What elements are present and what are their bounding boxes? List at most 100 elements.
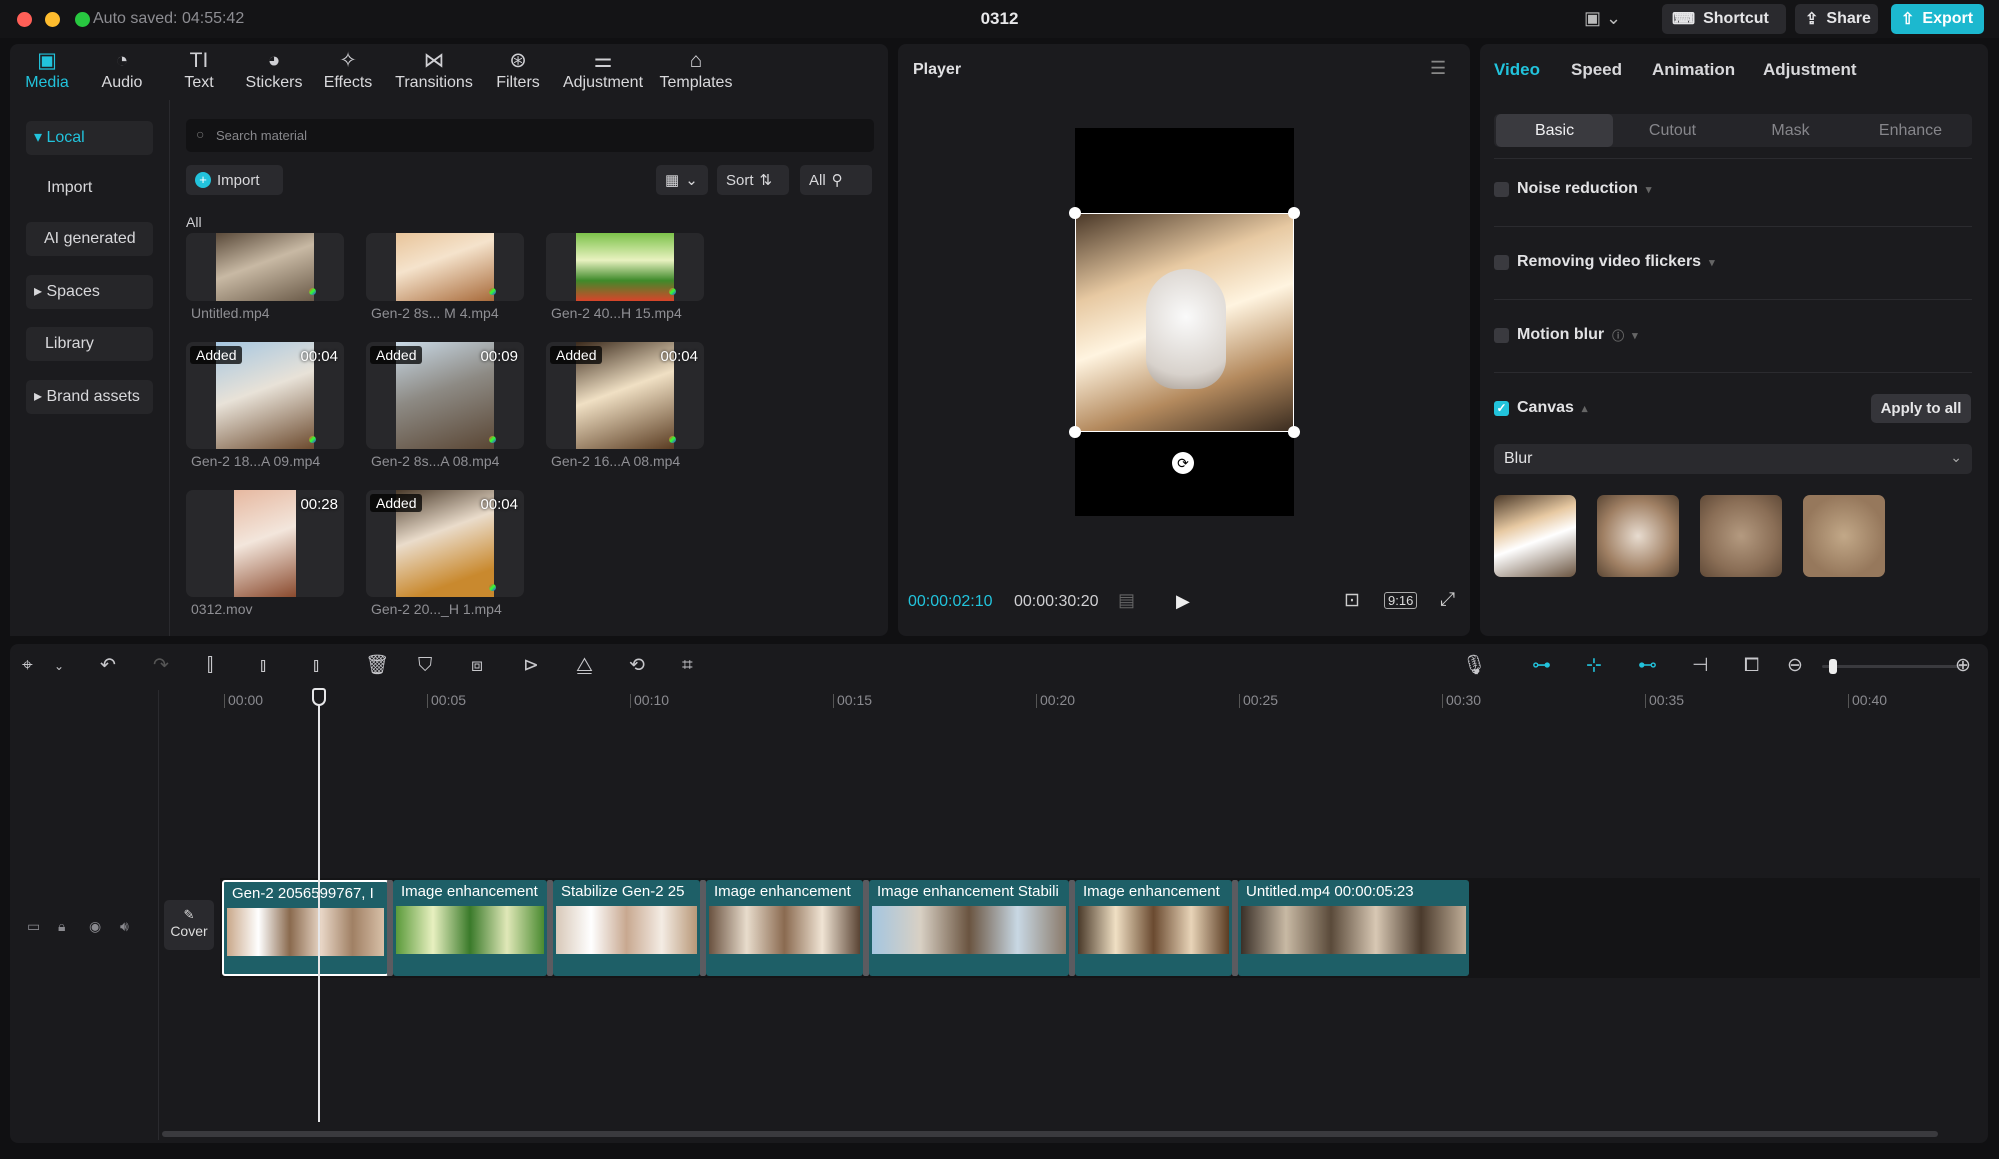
canvas-checkbox[interactable]: ✓ [1494,400,1509,416]
play-icon[interactable]: ▶ [1176,591,1190,612]
preview-video-frame[interactable] [1075,213,1294,432]
canvas-blur-option[interactable] [1803,495,1885,577]
timeline-clip[interactable]: Untitled.mp4 00:00:05:23 [1238,880,1469,976]
playhead[interactable] [318,690,320,1122]
tab-filters[interactable]: ⊛ Filters [492,48,544,92]
shield-icon[interactable]: ⛉ [418,654,432,678]
delete-icon[interactable]: 🗑 [365,654,389,678]
media-item[interactable]: Added 00:04 [186,342,344,449]
auto-snap-icon[interactable]: ⊹ [1586,654,1602,678]
media-item[interactable] [186,233,344,301]
resize-handle[interactable] [1288,207,1300,219]
removing-flickers-option[interactable]: Removing video flickers ▾ [1494,253,1715,271]
tab-templates[interactable]: ⌂ Templates [656,48,736,92]
canvas-blur-option[interactable] [1700,495,1782,577]
rotate-icon[interactable]: ⟳ [1172,452,1194,474]
import-button[interactable]: + Import [186,165,283,195]
mirror-icon[interactable]: ⧋ [576,654,593,678]
zoom-in-icon[interactable]: ⊕ [1955,654,1971,678]
speaker-icon[interactable]: 🔊︎ [120,918,129,935]
media-item[interactable] [366,233,524,301]
shortcut-button[interactable]: ⌨ Shortcut [1662,4,1786,34]
resize-handle[interactable] [1288,426,1300,438]
tab-video[interactable]: Video [1494,60,1540,80]
tab-transitions[interactable]: ⋈ Transitions [392,48,476,92]
split-icon[interactable]: ⫿ [207,654,213,678]
subtab-cutout[interactable]: Cutout [1614,114,1731,147]
tab-media[interactable]: ▣ Media [24,48,70,92]
media-item[interactable] [546,233,704,301]
share-button[interactable]: ⇪ Share [1795,4,1878,34]
media-item[interactable]: 00:28 [186,490,344,597]
fit-view-icon[interactable]: ⊡ [1344,589,1360,612]
select-tool-icon[interactable]: ⌖ [22,654,33,678]
timeline-clip[interactable]: Image enhancement [1075,880,1232,976]
zoom-out-icon[interactable]: ⊖ [1787,654,1803,678]
split-right-icon[interactable]: ⫾ [313,654,319,678]
tab-effects[interactable]: ✧ Effects [320,48,376,92]
lock-icon[interactable]: 🔒︎ [58,918,65,935]
motion-blur-checkbox[interactable] [1494,327,1509,343]
sidebar-item-ai-generated[interactable]: AI generated [26,222,153,256]
track-toggle-icon[interactable]: ▭ [27,918,40,935]
main-track-magnet-icon[interactable]: ⊶ [1532,654,1551,678]
split-left-icon[interactable]: ⫾ [260,654,266,678]
timeline-clip[interactable]: Image enhancement Stabili [869,880,1069,976]
aspect-ratio-button[interactable]: 9:16 [1384,592,1418,609]
resize-handle[interactable] [1069,207,1081,219]
linkage-icon[interactable]: ⊷ [1638,654,1657,678]
view-mode-button[interactable]: ▦ ⌄ [656,165,708,195]
microphone-icon[interactable]: 🎙 [1462,654,1486,678]
split-preview-icon[interactable]: ⊣ [1692,654,1709,678]
cover-button[interactable]: ✎ Cover [164,900,214,950]
preview-axis-icon[interactable]: ⧠ [1744,654,1759,678]
tab-text[interactable]: TI Text [178,48,220,92]
apply-to-all-button[interactable]: Apply to all [1871,394,1971,423]
waveform-icon[interactable]: ▤ [1118,590,1135,611]
rotate-icon[interactable]: ⟲ [629,654,645,678]
speed-icon[interactable]: ⊳ [523,654,539,678]
tab-stickers[interactable]: ◕ Stickers [242,48,306,92]
resize-handle[interactable] [1069,426,1081,438]
media-item[interactable]: Added 00:04 [366,490,524,597]
tab-adjustment[interactable]: ⚌ Adjustment [560,48,646,92]
search-field[interactable]: ○ Search material [186,119,874,152]
filter-button[interactable]: All ⚲ [800,165,872,195]
canvas-blur-option[interactable] [1494,495,1576,577]
motion-blur-option[interactable]: Motion blur ⓘ ▾ [1494,326,1638,344]
media-item[interactable]: Added 00:09 [366,342,524,449]
layout-icon[interactable]: ▣ ⌄ [1584,8,1621,29]
export-button[interactable]: ⇧ Export [1891,4,1984,34]
canvas-blur-option[interactable] [1597,495,1679,577]
sort-button[interactable]: Sort ⇅ [717,165,789,195]
canvas-option[interactable]: ✓ Canvas ▴ [1494,399,1587,417]
timeline-clip[interactable]: Gen-2 2056599767, I [222,880,389,976]
tab-adjustment[interactable]: Adjustment [1763,60,1857,80]
noise-reduction-option[interactable]: Noise reduction ▾ [1494,180,1651,198]
zoom-slider[interactable] [1822,659,1962,674]
tab-speed[interactable]: Speed [1571,60,1622,80]
timeline-scrollbar[interactable] [162,1131,1938,1137]
subtab-mask[interactable]: Mask [1732,114,1849,147]
timeline-clip[interactable]: Stabilize Gen-2 25 [553,880,700,976]
removing-flickers-checkbox[interactable] [1494,254,1509,270]
noise-reduction-checkbox[interactable] [1494,181,1509,197]
subtab-enhance[interactable]: Enhance [1852,114,1969,147]
fullscreen-icon[interactable]: ⤢ [1440,589,1455,611]
crop-icon[interactable]: ⌗ [682,654,693,678]
undo-icon[interactable]: ↶ [100,654,116,678]
canvas-mode-select[interactable]: Blur ⌄ [1494,444,1972,474]
tab-animation[interactable]: Animation [1652,60,1735,80]
freeze-icon[interactable]: ⧈ [471,654,483,678]
timeline-clip[interactable]: Image enhancement [706,880,863,976]
redo-icon[interactable]: ↷ [153,654,169,678]
chevron-down-icon[interactable]: ⌄ [54,654,64,678]
subtab-basic[interactable]: Basic [1496,114,1613,147]
zoom-slider-handle[interactable] [1829,659,1837,674]
menu-icon[interactable]: ☰ [1430,58,1446,79]
sidebar-item-local[interactable]: ▾ Local [26,121,153,155]
media-item[interactable]: Added 00:04 [546,342,704,449]
sidebar-item-import[interactable]: Import [26,171,153,205]
timeline-clip[interactable]: Image enhancement [393,880,547,976]
sidebar-item-brand-assets[interactable]: ▸ Brand assets [26,380,153,414]
